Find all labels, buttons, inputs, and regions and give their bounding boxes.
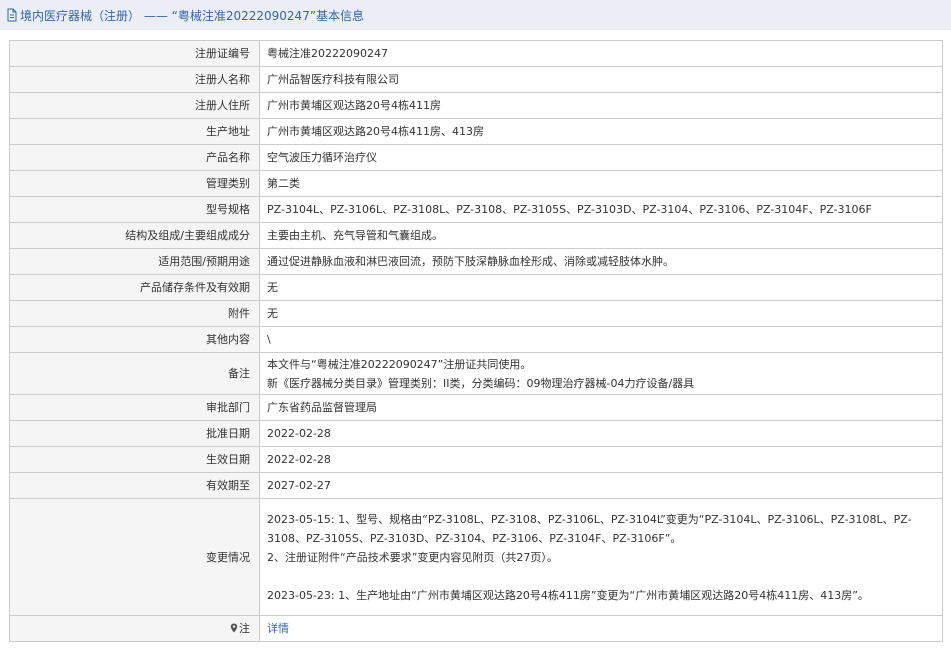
table-row: 产品名称 空气波压力循环治疗仪 <box>9 144 943 171</box>
row-label: 型号规格 <box>9 196 260 223</box>
remark-value: 本文件与“粤械注准20222090247”注册证共同使用。 新《医疗器械分类目录… <box>259 352 943 395</box>
page-title: 境内医疗器械（注册） —— “粤械注准20222090247”基本信息 <box>20 8 365 23</box>
table-row: 注册人名称 广州品智医疗科技有限公司 <box>9 66 943 93</box>
row-value: 粤械注准20222090247 <box>259 40 943 67</box>
note-label-text: 注 <box>239 622 250 635</box>
table-row: 附件 无 <box>9 300 943 327</box>
table-row: 批准日期 2022-02-28 <box>9 420 943 447</box>
table-row: 管理类别 第二类 <box>9 170 943 197</box>
row-value: 广州品智医疗科技有限公司 <box>259 66 943 93</box>
page-header: 境内医疗器械（注册） —— “粤械注准20222090247”基本信息 <box>0 0 951 30</box>
row-label: 变更情况 <box>9 498 260 616</box>
table-row: 审批部门 广东省药品监督管理局 <box>9 394 943 421</box>
row-label: 其他内容 <box>9 326 260 353</box>
change-line: 3108、PZ-3105S、PZ-3103D、PZ-3104、PZ-3106、P… <box>267 531 682 545</box>
table-row: 有效期至 2027-02-27 <box>9 472 943 499</box>
row-label: 附件 <box>9 300 260 327</box>
table-row-note: 注 详情 <box>9 615 943 642</box>
row-value: 主要由主机、充气导管和气囊组成。 <box>259 222 943 249</box>
table-row: 其他内容 \ <box>9 326 943 353</box>
row-value: 2022-02-28 <box>259 420 943 447</box>
table-row: 型号规格 PZ-3104L、PZ-3106L、PZ-3108L、PZ-3108、… <box>9 196 943 223</box>
change-line: 2023-05-15: 1、型号、规格由“PZ-3108L、PZ-3108、PZ… <box>267 512 912 526</box>
row-label: 生效日期 <box>9 446 260 473</box>
row-label: 产品名称 <box>9 144 260 171</box>
row-value: 第二类 <box>259 170 943 197</box>
row-value: 空气波压力循环治疗仪 <box>259 144 943 171</box>
row-label: 管理类别 <box>9 170 260 197</box>
changes-value: 2023-05-15: 1、型号、规格由“PZ-3108L、PZ-3108、PZ… <box>259 498 943 616</box>
remark-line: 新《医疗器械分类目录》管理类别：II类，分类编码：09物理治疗器械-04力疗设备… <box>267 376 695 390</box>
row-label: 结构及组成/主要组成成分 <box>9 222 260 249</box>
remark-line: 本文件与“粤械注准20222090247”注册证共同使用。 <box>267 357 532 371</box>
row-value: 广州市黄埔区观达路20号4栋411房、413房 <box>259 118 943 145</box>
row-label: 生产地址 <box>9 118 260 145</box>
note-label: 注 <box>9 615 260 642</box>
row-label: 注册人名称 <box>9 66 260 93</box>
document-icon <box>6 8 18 22</box>
change-line: 2023-05-23: 1、生产地址由“广州市黄埔区观达路20号4栋411房”变… <box>267 588 869 602</box>
table-row-changes: 变更情况 2023-05-15: 1、型号、规格由“PZ-3108L、PZ-31… <box>9 498 943 616</box>
row-value: 广州市黄埔区观达路20号4栋411房 <box>259 92 943 119</box>
row-value: \ <box>259 326 943 353</box>
row-label: 注册证编号 <box>9 40 260 67</box>
table-row: 注册证编号 粤械注准20222090247 <box>9 40 943 67</box>
table-row: 注册人住所 广州市黄埔区观达路20号4栋411房 <box>9 92 943 119</box>
row-label: 注册人住所 <box>9 92 260 119</box>
table-row: 适用范围/预期用途 通过促进静脉血液和淋巴液回流，预防下肢深静脉血栓形成、消除或… <box>9 248 943 275</box>
row-value: PZ-3104L、PZ-3106L、PZ-3108L、PZ-3108、PZ-31… <box>259 196 943 223</box>
row-label: 备注 <box>9 352 260 395</box>
table-row: 生产地址 广州市黄埔区观达路20号4栋411房、413房 <box>9 118 943 145</box>
row-value: 2022-02-28 <box>259 446 943 473</box>
location-pin-icon <box>230 620 238 633</box>
row-label: 产品储存条件及有效期 <box>9 274 260 301</box>
change-line: 2、注册证附件“产品技术要求”变更内容见附页（共27页）。 <box>267 550 558 564</box>
table-row: 产品储存条件及有效期 无 <box>9 274 943 301</box>
row-value: 通过促进静脉血液和淋巴液回流，预防下肢深静脉血栓形成、消除或减轻肢体水肿。 <box>259 248 943 275</box>
row-label: 适用范围/预期用途 <box>9 248 260 275</box>
row-label: 批准日期 <box>9 420 260 447</box>
row-label: 有效期至 <box>9 472 260 499</box>
table-row-remark: 备注 本文件与“粤械注准20222090247”注册证共同使用。 新《医疗器械分… <box>9 352 943 395</box>
row-value: 2027-02-27 <box>259 472 943 499</box>
info-table: 注册证编号 粤械注准20222090247 注册人名称 广州品智医疗科技有限公司… <box>9 40 943 642</box>
row-value: 广东省药品监督管理局 <box>259 394 943 421</box>
note-value: 详情 <box>259 615 943 642</box>
row-value: 无 <box>259 274 943 301</box>
details-link[interactable]: 详情 <box>267 622 289 635</box>
row-value: 无 <box>259 300 943 327</box>
table-row: 生效日期 2022-02-28 <box>9 446 943 473</box>
row-label: 审批部门 <box>9 394 260 421</box>
table-row: 结构及组成/主要组成成分 主要由主机、充气导管和气囊组成。 <box>9 222 943 249</box>
